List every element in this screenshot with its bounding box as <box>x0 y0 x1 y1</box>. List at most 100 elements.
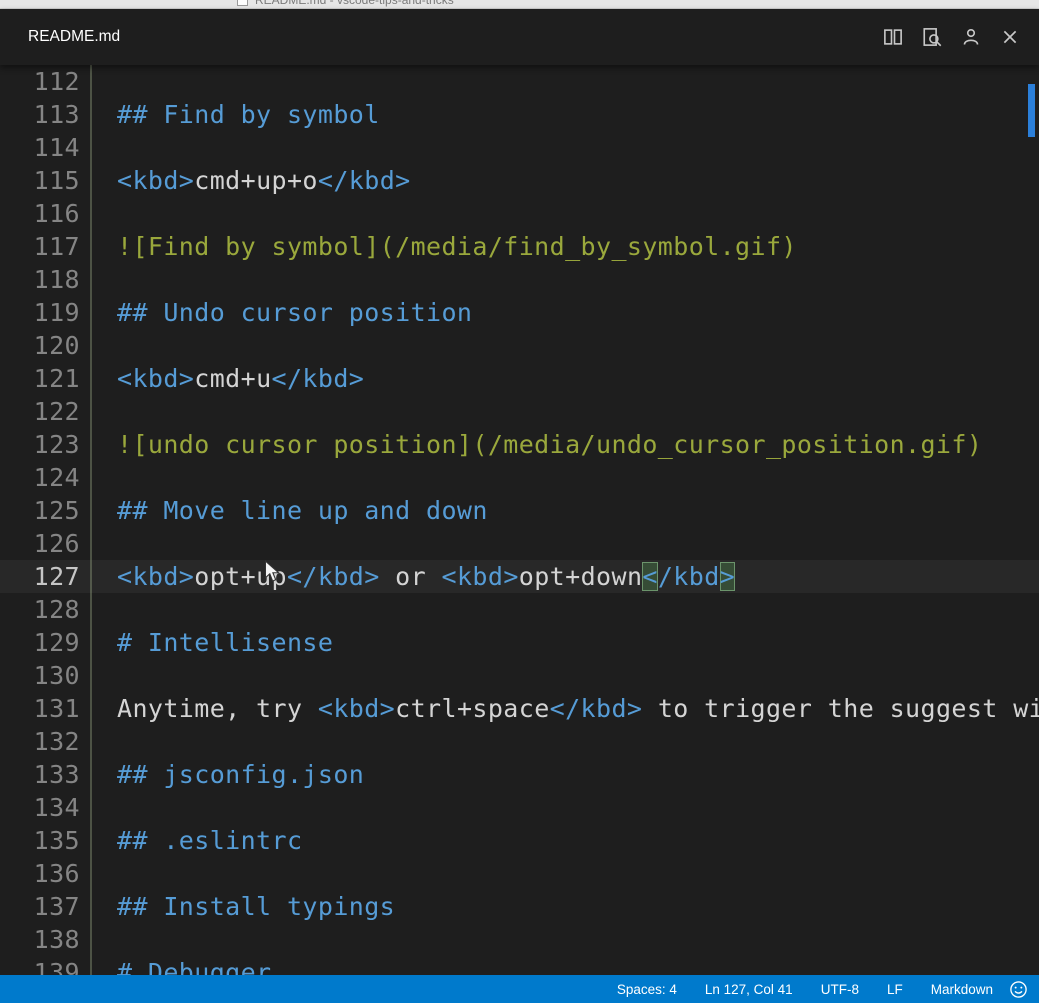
line-number[interactable]: 131 <box>0 692 80 725</box>
line-number[interactable]: 124 <box>0 461 80 494</box>
editor-line[interactable]: 138 <box>0 923 1039 956</box>
line-number[interactable]: 138 <box>0 923 80 956</box>
editor-line[interactable]: 134 <box>0 791 1039 824</box>
editor-line[interactable]: 127<kbd>opt+up</kbd> or <kbd>opt+down</k… <box>0 560 1039 593</box>
status-language[interactable]: Markdown <box>931 982 993 997</box>
editor-line[interactable]: 117![Find by symbol](/media/find_by_symb… <box>0 230 1039 263</box>
line-content[interactable]: <kbd>cmd+up+o</kbd> <box>80 164 1039 197</box>
line-number[interactable]: 123 <box>0 428 80 461</box>
line-content[interactable]: ## Move line up and down <box>80 494 1039 527</box>
line-number[interactable]: 119 <box>0 296 80 329</box>
line-number[interactable]: 120 <box>0 329 80 362</box>
editor-line[interactable]: 115<kbd>cmd+up+o</kbd> <box>0 164 1039 197</box>
line-content[interactable] <box>80 65 1039 98</box>
document-proxy-icon <box>237 0 248 6</box>
line-content[interactable]: ## Find by symbol <box>80 98 1039 131</box>
editor-line[interactable]: 118 <box>0 263 1039 296</box>
editor-line[interactable]: 132 <box>0 725 1039 758</box>
editor-line[interactable]: 128 <box>0 593 1039 626</box>
editor-line[interactable]: 113## Find by symbol <box>0 98 1039 131</box>
editor-pane[interactable]: 112113## Find by symbol114115<kbd>cmd+up… <box>0 65 1039 975</box>
status-cursor-position[interactable]: Ln 127, Col 41 <box>705 982 793 997</box>
line-content[interactable]: <kbd>opt+up</kbd> or <kbd>opt+down</kbd> <box>80 560 1039 593</box>
line-number[interactable]: 117 <box>0 230 80 263</box>
open-preview-side-icon[interactable] <box>960 26 982 48</box>
line-content[interactable] <box>80 791 1039 824</box>
line-content[interactable] <box>80 659 1039 692</box>
line-content[interactable]: ## Undo cursor position <box>80 296 1039 329</box>
editor-line[interactable]: 136 <box>0 857 1039 890</box>
line-number[interactable]: 116 <box>0 197 80 230</box>
editor-line[interactable]: 137## Install typings <box>0 890 1039 923</box>
line-content[interactable] <box>80 395 1039 428</box>
line-number[interactable]: 121 <box>0 362 80 395</box>
line-content[interactable]: Anytime, try <kbd>ctrl+space</kbd> to tr… <box>80 692 1039 725</box>
line-number[interactable]: 118 <box>0 263 80 296</box>
line-content[interactable]: ![Find by symbol](/media/find_by_symbol.… <box>80 230 1039 263</box>
editor-line[interactable]: 116 <box>0 197 1039 230</box>
line-content[interactable]: # Debugger <box>80 956 1039 975</box>
line-content[interactable] <box>80 593 1039 626</box>
editor-line[interactable]: 112 <box>0 65 1039 98</box>
line-number[interactable]: 125 <box>0 494 80 527</box>
line-number[interactable]: 122 <box>0 395 80 428</box>
code-token: ## jsconfig.json <box>117 760 364 789</box>
line-number[interactable]: 112 <box>0 65 80 98</box>
editor-line[interactable]: 129# Intellisense <box>0 626 1039 659</box>
line-number[interactable]: 136 <box>0 857 80 890</box>
line-content[interactable]: # Intellisense <box>80 626 1039 659</box>
line-content[interactable]: <kbd>cmd+u</kbd> <box>80 362 1039 395</box>
code-token: to trigger the suggest widget <box>642 694 1039 723</box>
split-editor-icon[interactable] <box>882 26 904 48</box>
line-number[interactable]: 126 <box>0 527 80 560</box>
line-content[interactable] <box>80 131 1039 164</box>
editor-line[interactable]: 130 <box>0 659 1039 692</box>
line-number[interactable]: 127 <box>0 560 80 593</box>
editor-line[interactable]: 119## Undo cursor position <box>0 296 1039 329</box>
editor-line[interactable]: 123![undo cursor position](/media/undo_c… <box>0 428 1039 461</box>
line-number[interactable]: 113 <box>0 98 80 131</box>
editor-line[interactable]: 126 <box>0 527 1039 560</box>
line-content[interactable] <box>80 263 1039 296</box>
line-number[interactable]: 133 <box>0 758 80 791</box>
line-number[interactable]: 132 <box>0 725 80 758</box>
line-content[interactable] <box>80 923 1039 956</box>
line-content[interactable] <box>80 725 1039 758</box>
status-indentation[interactable]: Spaces: 4 <box>617 982 677 997</box>
line-number[interactable]: 128 <box>0 593 80 626</box>
line-content[interactable] <box>80 527 1039 560</box>
editor-line[interactable]: 131Anytime, try <kbd>ctrl+space</kbd> to… <box>0 692 1039 725</box>
line-content[interactable] <box>80 329 1039 362</box>
line-content[interactable] <box>80 857 1039 890</box>
window-title-text: README.md - vscode-tips-and-tricks <box>255 0 454 7</box>
line-content[interactable]: ## jsconfig.json <box>80 758 1039 791</box>
editor-line[interactable]: 121<kbd>cmd+u</kbd> <box>0 362 1039 395</box>
line-content[interactable]: ## .eslintrc <box>80 824 1039 857</box>
close-icon[interactable] <box>999 26 1021 48</box>
line-number[interactable]: 114 <box>0 131 80 164</box>
line-content[interactable]: ## Install typings <box>80 890 1039 923</box>
open-preview-icon[interactable] <box>921 26 943 48</box>
status-eol[interactable]: LF <box>887 982 903 997</box>
line-content[interactable]: ![undo cursor position](/media/undo_curs… <box>80 428 1039 461</box>
line-number[interactable]: 129 <box>0 626 80 659</box>
line-content[interactable] <box>80 461 1039 494</box>
editor-line[interactable]: 133 ## jsconfig.json <box>0 758 1039 791</box>
editor-line[interactable]: 120 <box>0 329 1039 362</box>
status-right: Spaces: 4 Ln 127, Col 41 UTF-8 LF Markdown <box>617 982 993 997</box>
line-number[interactable]: 130 <box>0 659 80 692</box>
editor-line[interactable]: 139# Debugger <box>0 956 1039 975</box>
line-content[interactable] <box>80 197 1039 230</box>
editor-line[interactable]: 124 <box>0 461 1039 494</box>
editor-line[interactable]: 125## Move line up and down <box>0 494 1039 527</box>
line-number[interactable]: 137 <box>0 890 80 923</box>
line-number[interactable]: 134 <box>0 791 80 824</box>
status-encoding[interactable]: UTF-8 <box>821 982 859 997</box>
editor-line[interactable]: 135## .eslintrc <box>0 824 1039 857</box>
line-number[interactable]: 115 <box>0 164 80 197</box>
editor-line[interactable]: 122 <box>0 395 1039 428</box>
feedback-smiley-icon[interactable] <box>1007 978 1029 1000</box>
editor-line[interactable]: 114 <box>0 131 1039 164</box>
line-number[interactable]: 135 <box>0 824 80 857</box>
line-number[interactable]: 139 <box>0 956 80 975</box>
